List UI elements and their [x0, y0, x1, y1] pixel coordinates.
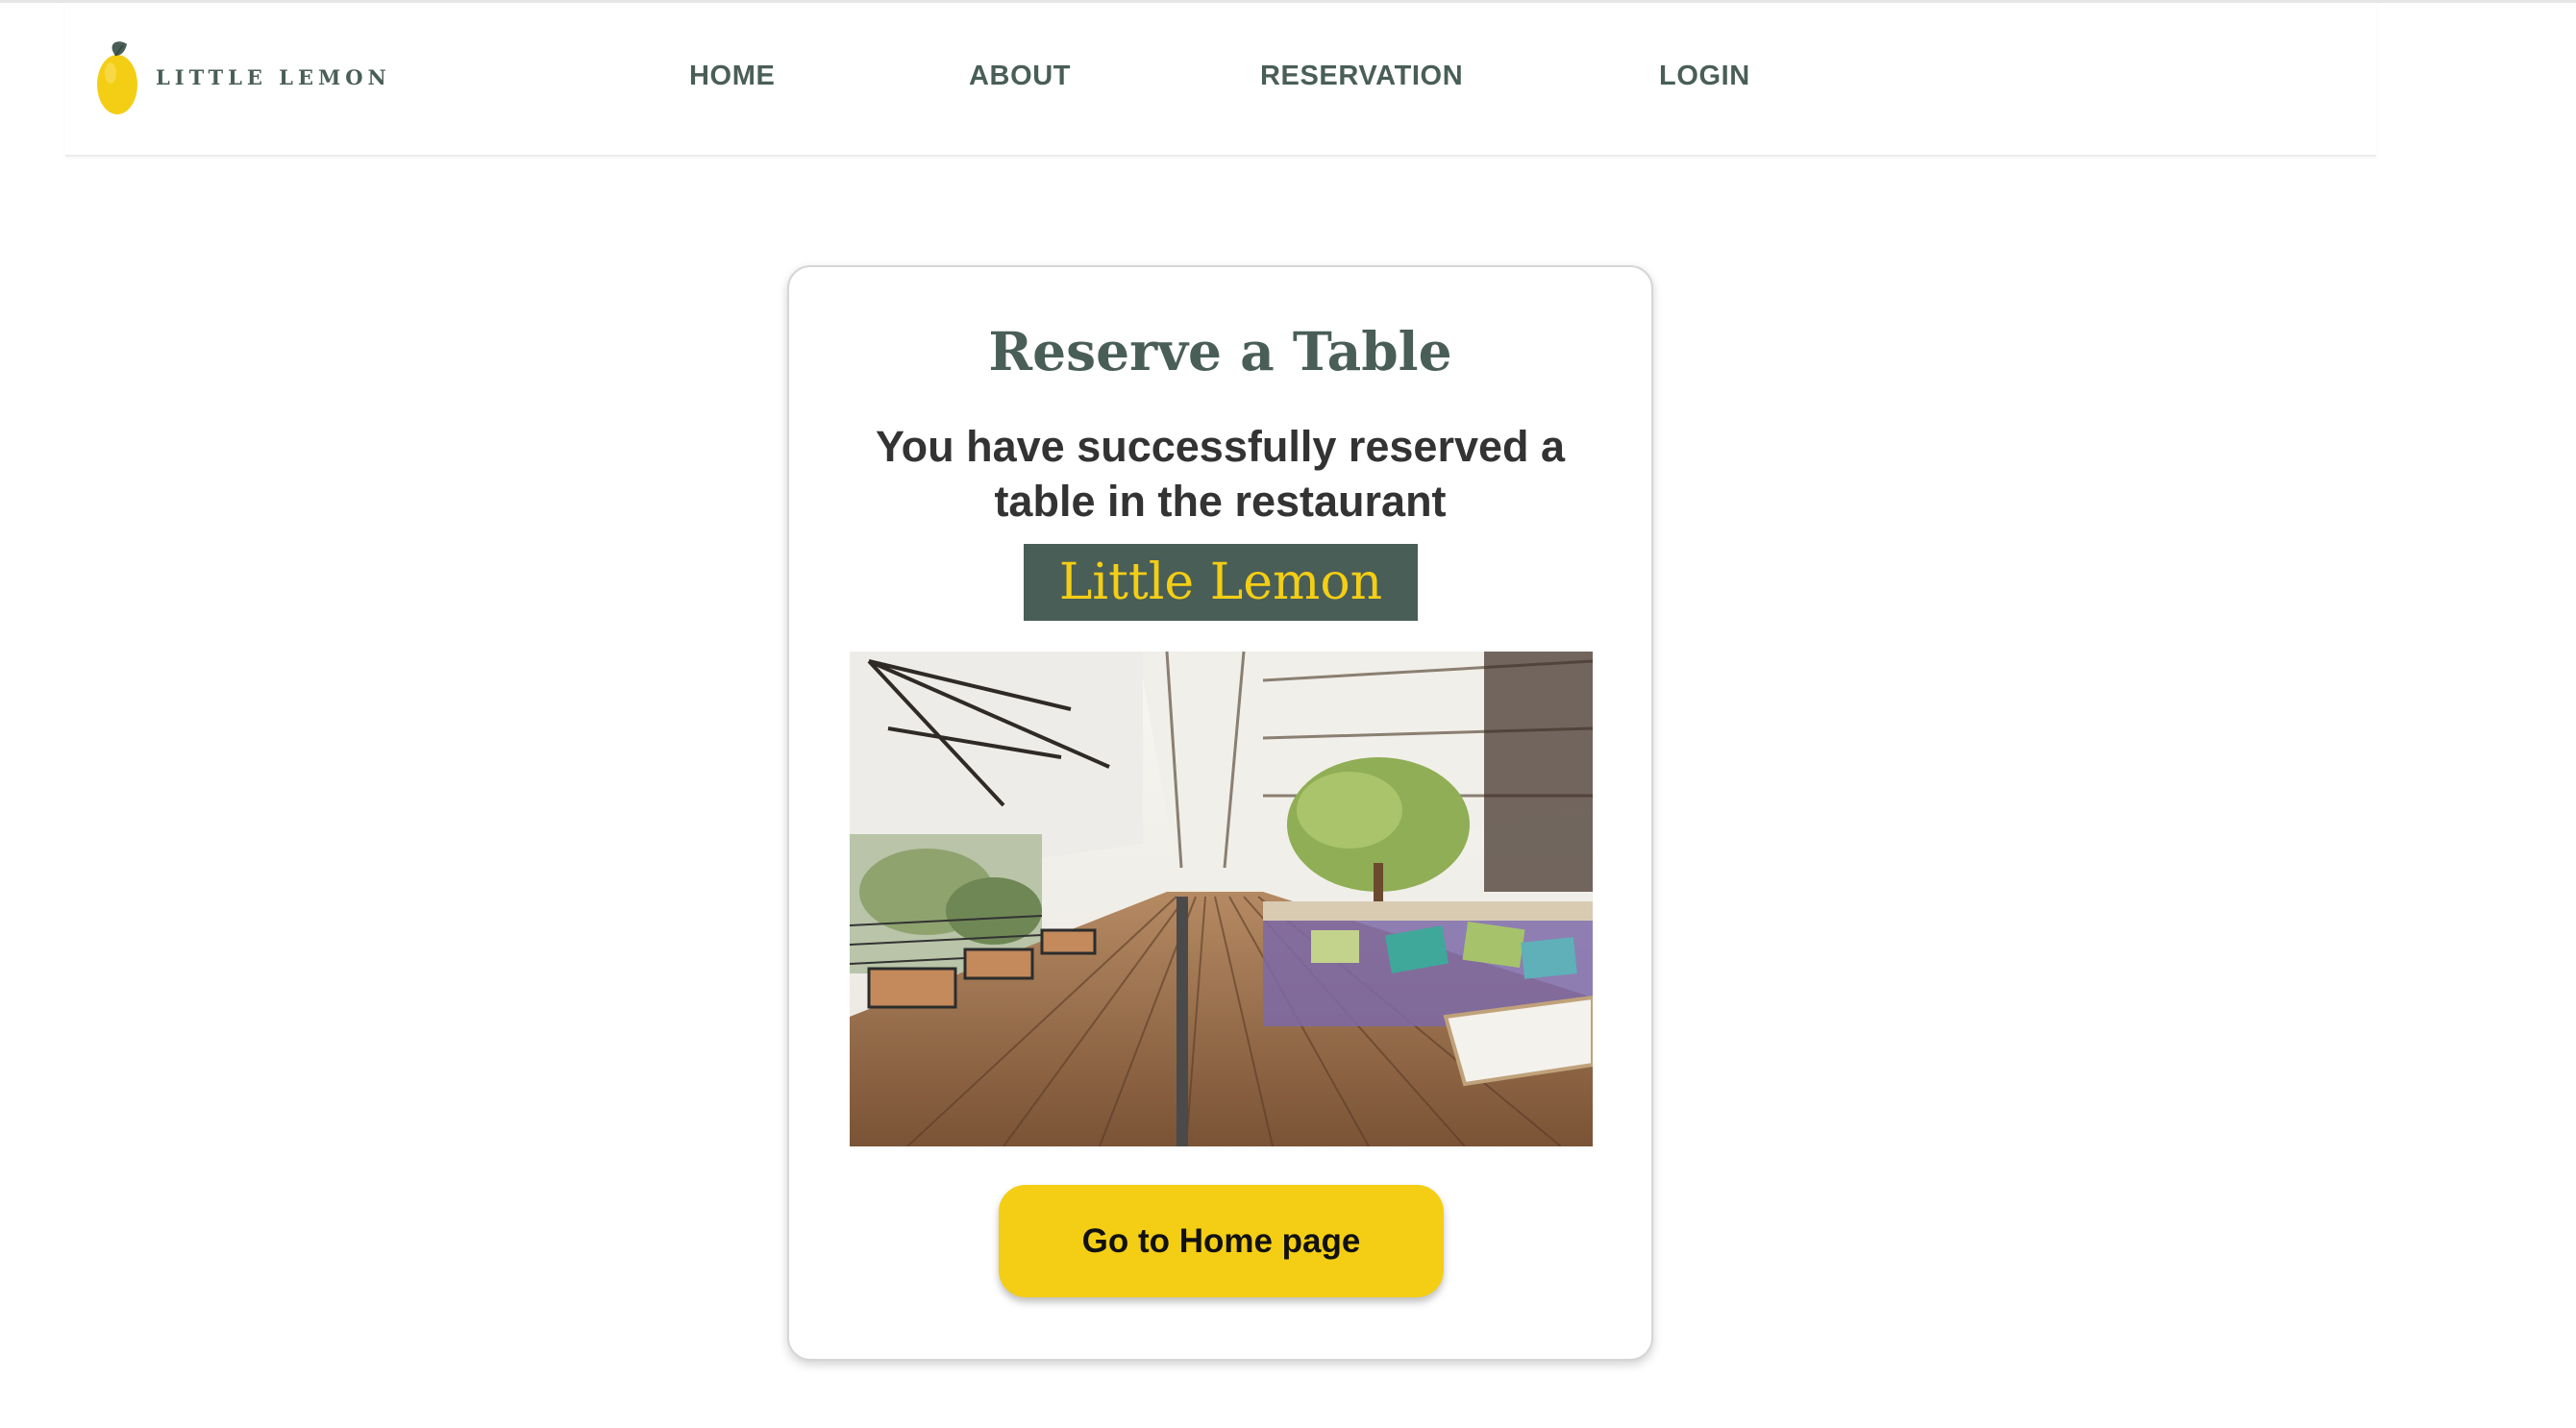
restaurant-name: Little Lemon	[1058, 554, 1383, 611]
restaurant-name-badge: Little Lemon	[1024, 544, 1418, 621]
go-home-button[interactable]: Go to Home page	[999, 1185, 1444, 1297]
nav-about-link[interactable]: ABOUT	[969, 61, 1071, 92]
nav-home-link[interactable]: HOME	[689, 61, 775, 92]
restaurant-terrace-image	[850, 652, 1593, 1146]
navbar: LITTLE LEMON HOME ABOUT RESERVATION LOGI…	[65, 3, 2376, 157]
nav-login-link[interactable]: LOGIN	[1659, 61, 1750, 92]
success-message: You have successfully reserved a table i…	[875, 422, 1566, 526]
brand-logo[interactable]: LITTLE LEMON	[94, 34, 391, 120]
lemon-logo-icon	[94, 37, 142, 117]
nav-reservation-link[interactable]: RESERVATION	[1260, 61, 1463, 92]
reservation-confirmation-card: Reserve a Table You have successfully re…	[787, 265, 1653, 1361]
page-title: Reserve a Table	[988, 320, 1452, 382]
brand-name: LITTLE LEMON	[156, 64, 391, 89]
